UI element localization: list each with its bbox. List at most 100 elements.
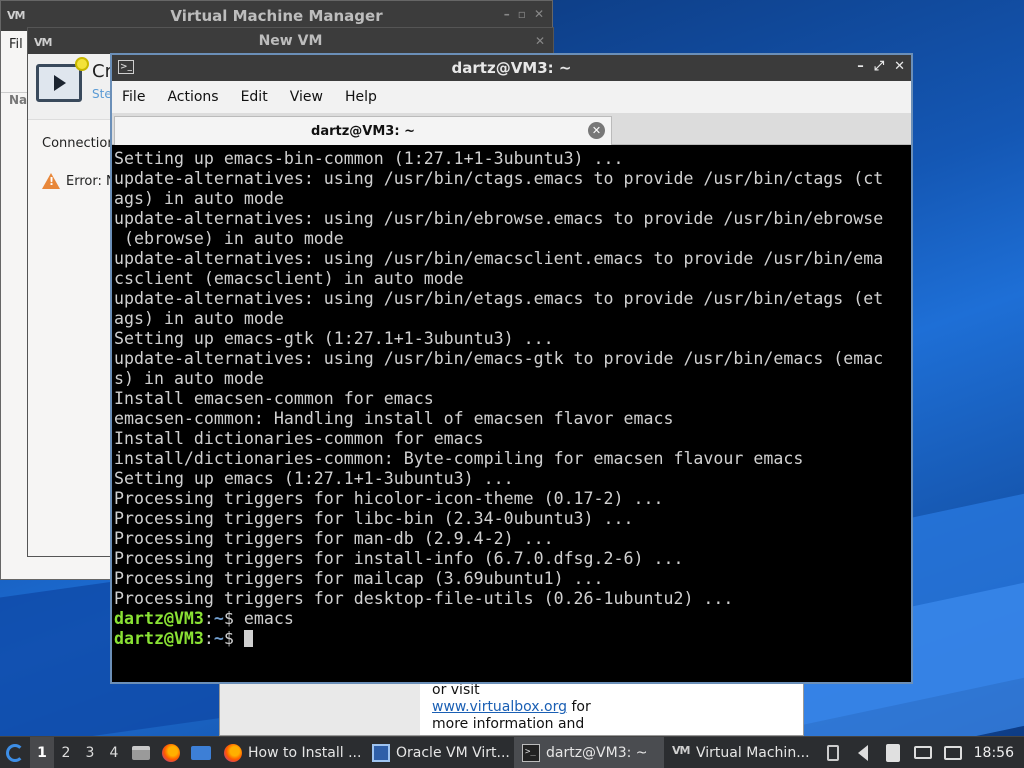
terminal-output-line: Install emacsen-common for emacs (114, 389, 434, 408)
terminal-titlebar[interactable]: >_ dartz@VM3: ~ – ⤢ ✕ (112, 55, 911, 81)
prompt-user: dartz@VM3 (114, 629, 204, 648)
terminal-output-line: s) in auto mode (114, 369, 264, 388)
quicklaunch-files[interactable] (126, 737, 156, 768)
file-manager-icon (132, 745, 150, 760)
menu-file[interactable]: File (122, 89, 145, 105)
task-virtualbox[interactable]: Oracle VM Virt... (364, 737, 514, 768)
vmm-icon: VM (672, 743, 690, 757)
firefox-icon (224, 743, 242, 762)
maximize-icon[interactable]: ⤢ (874, 59, 884, 74)
menu-actions[interactable]: Actions (167, 89, 218, 105)
terminal-output-line: ags) in auto mode (114, 189, 284, 208)
prompt-dollar: $ (223, 629, 244, 648)
prompt-separator: : (203, 609, 214, 628)
removable-media-icon (826, 744, 839, 761)
task-vmm[interactable]: VM Virtual Machin... (664, 737, 816, 768)
tray-clipboard[interactable] (878, 737, 908, 768)
virtualbox-welcome-text: or visit www.virtualbox.org for more inf… (432, 682, 591, 733)
terminal-icon: >_ (522, 743, 540, 762)
tray-network[interactable] (938, 737, 968, 768)
terminal-output-line: csclient (emacsclient) in auto mode (114, 269, 464, 288)
virtualbox-link[interactable]: www.virtualbox.org (432, 699, 567, 715)
vmm-menu-file[interactable]: Fil (9, 37, 23, 52)
virtualbox-text-line: more information and (432, 716, 585, 732)
tray-volume[interactable] (848, 737, 878, 768)
close-icon[interactable]: ✕ (535, 34, 545, 48)
maximize-icon[interactable]: ▫ (518, 7, 526, 21)
terminal-output-line: update-alternatives: using /usr/bin/emac… (114, 249, 884, 268)
tray-removable[interactable] (818, 737, 848, 768)
terminal-tab[interactable]: dartz@VM3: ~ ✕ (114, 116, 612, 145)
network-icon (943, 745, 962, 760)
prompt-dollar: $ (223, 609, 244, 628)
new-vm-app-icon: VM (34, 36, 52, 49)
show-desktop-icon (191, 745, 211, 760)
tab-close-icon[interactable]: ✕ (588, 122, 605, 139)
taskbar: 1 2 3 4 How to Install ... Oracle VM Vir… (0, 736, 1024, 768)
close-icon[interactable]: ✕ (894, 59, 905, 74)
start-menu-button[interactable] (0, 737, 30, 768)
terminal-output-line: update-alternatives: using /usr/bin/ebro… (114, 209, 884, 228)
close-icon[interactable]: ✕ (534, 7, 544, 21)
firefox-icon (162, 743, 180, 762)
workspace-3[interactable]: 3 (78, 737, 102, 768)
terminal-output-line: update-alternatives: using /usr/bin/etag… (114, 289, 884, 308)
terminal-tabbar: dartz@VM3: ~ ✕ (112, 113, 911, 145)
prompt-path: ~ (213, 629, 224, 648)
new-vm-titlebar[interactable]: VM New VM ✕ (28, 28, 553, 54)
workspace-2[interactable]: 2 (54, 737, 78, 768)
terminal-output-lines: Setting up emacs-bin-common (1:27.1+1-3u… (114, 149, 909, 609)
quicklaunch-firefox[interactable] (156, 737, 186, 768)
error-text: Error: N (66, 173, 116, 189)
prompt-path: ~ (213, 609, 224, 628)
terminal-output-line: Install dictionaries-common for emacs (114, 429, 484, 448)
system-tray: 18:56 (818, 737, 1024, 768)
quicklaunch-show-desktop[interactable] (186, 737, 216, 768)
minimize-icon[interactable]: – (504, 7, 510, 21)
vmm-window-controls: – ▫ ✕ (504, 7, 544, 21)
text-cursor (243, 630, 253, 647)
warning-icon (42, 173, 60, 189)
virtualbox-text-line: or visit (432, 682, 480, 698)
vmm-title: Virtual Machine Manager (170, 7, 383, 25)
terminal-prompt-line: dartz@VM3:~$ emacs (114, 609, 909, 629)
volume-icon (857, 744, 868, 761)
terminal-output-line: ags) in auto mode (114, 309, 284, 328)
clipboard-icon (885, 743, 900, 762)
workspace-1[interactable]: 1 (30, 736, 54, 768)
clock[interactable]: 18:56 (968, 745, 1024, 761)
workspace-4[interactable]: 4 (102, 737, 126, 768)
task-label: How to Install ... (248, 744, 362, 761)
prompt-user: dartz@VM3 (114, 609, 204, 628)
virtualbox-text-line: www.virtualbox.org for (432, 699, 591, 716)
minimize-icon[interactable]: – (857, 59, 864, 74)
terminal-output-line: Processing triggers for libc-bin (2.34-0… (114, 509, 634, 528)
terminal-output-line: install/dictionaries-common: Byte-compil… (114, 449, 804, 468)
terminal-output-line: Processing triggers for hicolor-icon-the… (114, 489, 664, 508)
terminal-output-line: Setting up emacs (1:27.1+1-3ubuntu3) ... (114, 469, 514, 488)
terminal-output[interactable]: Setting up emacs-bin-common (1:27.1+1-3u… (112, 147, 911, 682)
terminal-output-line: Processing triggers for man-db (2.9.4-2)… (114, 529, 554, 548)
task-label: dartz@VM3: ~ (546, 744, 648, 761)
terminal-window[interactable]: >_ dartz@VM3: ~ – ⤢ ✕ File Actions Edit … (110, 53, 913, 684)
menu-view[interactable]: View (290, 89, 323, 105)
terminal-output-line: (ebrowse) in auto mode (114, 229, 344, 248)
menu-edit[interactable]: Edit (241, 89, 268, 105)
terminal-app-icon: >_ (118, 60, 134, 74)
sparkle-icon (75, 57, 89, 71)
task-terminal[interactable]: >_ dartz@VM3: ~ (514, 736, 664, 768)
terminal-title: dartz@VM3: ~ (451, 59, 572, 77)
task-label: Virtual Machin... (696, 744, 810, 761)
virtualbox-window[interactable]: or visit www.virtualbox.org for more inf… (219, 682, 804, 736)
terminal-output-line: Processing triggers for mailcap (3.69ubu… (114, 569, 604, 588)
vmm-app-icon: VM (7, 9, 25, 22)
tray-display[interactable] (908, 737, 938, 768)
menu-help[interactable]: Help (345, 89, 377, 105)
lubuntu-logo-icon (6, 743, 24, 762)
terminal-window-controls: – ⤢ ✕ (857, 59, 905, 74)
terminal-output-line: update-alternatives: using /usr/bin/emac… (114, 349, 884, 368)
task-firefox[interactable]: How to Install ... (216, 737, 364, 768)
task-label: Oracle VM Virt... (396, 744, 510, 761)
new-vm-window-controls: ✕ (535, 34, 545, 48)
new-vm-header-title: Cr (92, 61, 112, 82)
